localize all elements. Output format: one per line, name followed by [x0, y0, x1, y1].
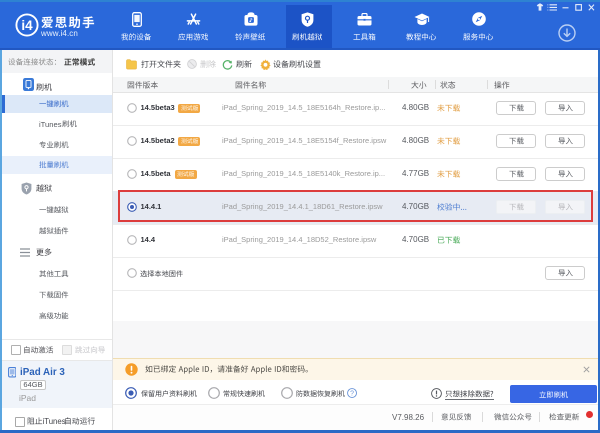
- svg-text:?: ?: [350, 390, 354, 397]
- svg-text:i4: i4: [21, 18, 33, 33]
